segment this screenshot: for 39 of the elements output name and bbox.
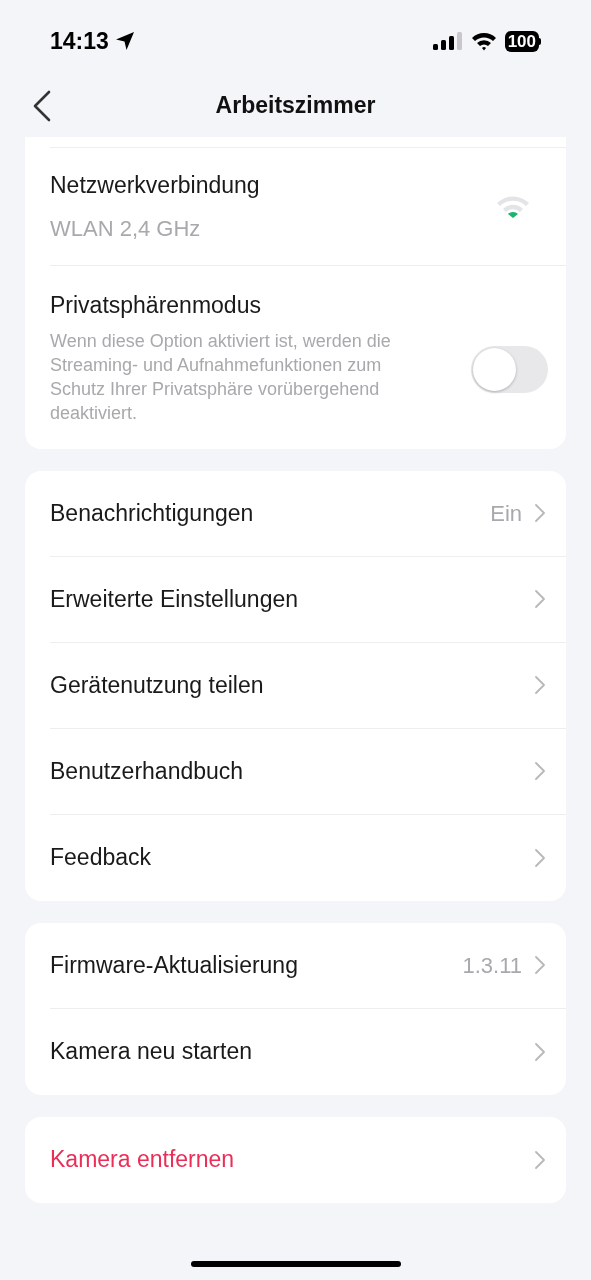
row-title: Feedback: [50, 843, 151, 873]
settings-row[interactable]: Erweiterte Einstellungen: [50, 556, 566, 643]
back-chevron-icon: [33, 90, 51, 122]
status-time: 14:13: [50, 26, 109, 56]
row-title: Privatsphärenmodus: [50, 291, 262, 320]
settings-row[interactable]: Kamera neu starten: [50, 1008, 566, 1095]
chevron-right-icon: [534, 503, 546, 523]
row-title: Firmware-Aktualisierung: [50, 950, 298, 980]
location-arrow-icon: [114, 31, 135, 51]
settings-row[interactable]: Feedback: [50, 814, 566, 901]
row-title: Netzwerkverbindung: [50, 171, 260, 201]
row-title: Gerätenutzung teilen: [50, 670, 264, 700]
settings-row[interactable]: Gerätenutzung teilen: [50, 642, 566, 729]
chevron-right-icon: [534, 847, 546, 868]
settings-row[interactable]: Firmware-Aktualisierung 1.3.11: [50, 922, 566, 1009]
row-value: 1.3.11: [462, 951, 522, 980]
row-title: Benutzerhandbuch: [50, 756, 244, 786]
row-title: Kamera neu starten: [50, 1037, 252, 1067]
signal-icon: [432, 31, 463, 51]
settings-row[interactable]: Benutzerhandbuch: [50, 728, 566, 815]
privacy-toggle[interactable]: [471, 345, 548, 393]
chevron-right-icon: [534, 761, 546, 781]
chevron-right-icon: [534, 1041, 546, 1062]
battery-indicator: 100: [504, 30, 539, 52]
row-value: Ein: [490, 499, 522, 528]
chevron-right-icon: [534, 589, 546, 609]
row-value: WLAN 2,4 GHz: [50, 214, 202, 243]
screen-title: Arbeitszimmer: [215, 91, 376, 121]
row-title: Erweiterte Einstellungen: [50, 584, 299, 614]
chevron-right-icon: [534, 1149, 546, 1170]
row-title: Kamera entfernen: [50, 1145, 235, 1175]
chevron-right-icon: [534, 675, 546, 695]
settings-row[interactable]: Benachrichtigungen Ein: [50, 470, 566, 557]
wifi-signal-icon: [496, 194, 530, 219]
row-title: Benachrichtigungen: [50, 498, 254, 528]
chevron-right-icon: [534, 955, 546, 975]
settings-row[interactable]: Kamera entfernen: [50, 1116, 566, 1203]
row-description: Wenn diese Option aktiviert ist, werden die Streaming- und Aufnahmefunktionen zum Schutz Ihrer Privatsphäre vorübergehend deaktiviert.: [50, 329, 392, 425]
wifi-icon: [470, 31, 497, 51]
